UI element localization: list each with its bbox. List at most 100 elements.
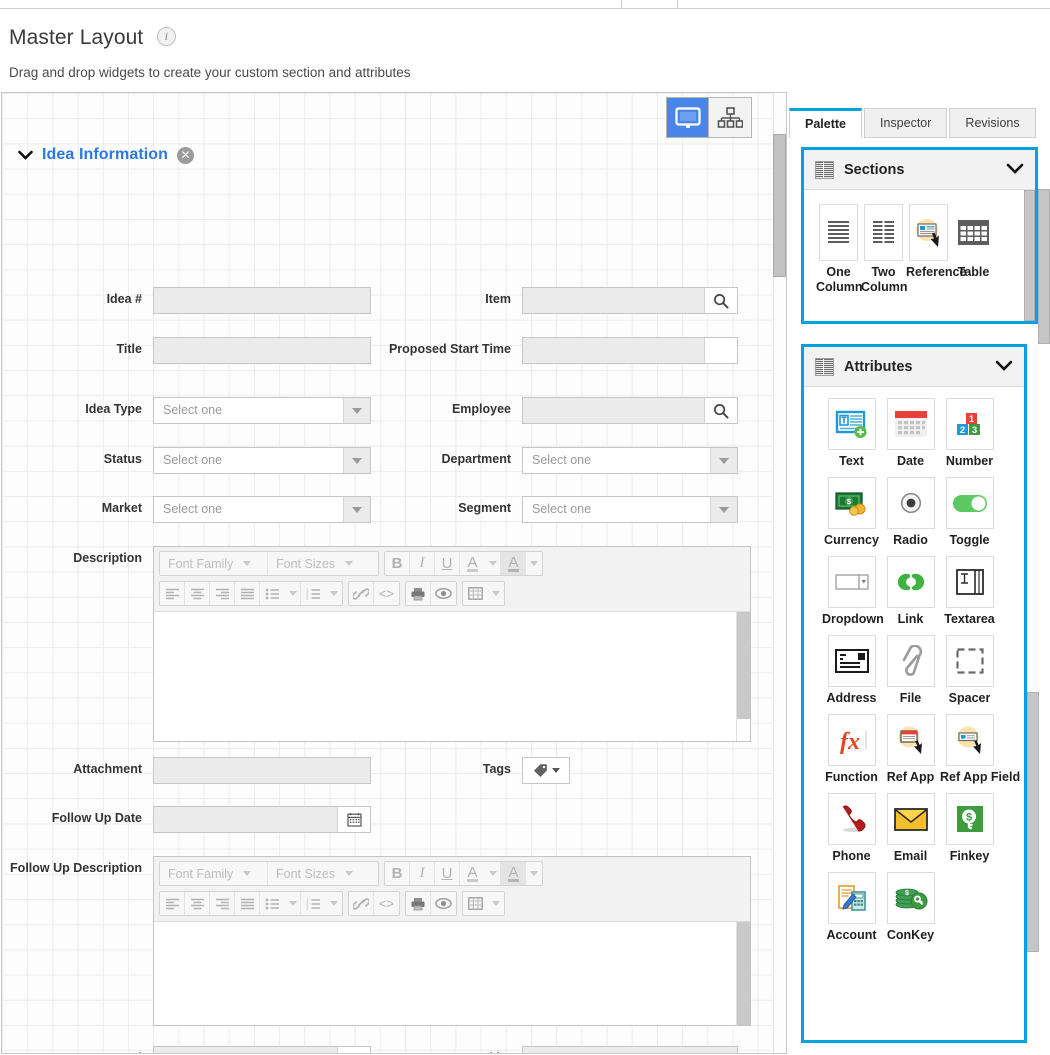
- hierarchy-view-button[interactable]: [709, 98, 751, 137]
- select-department[interactable]: Select one: [522, 447, 738, 474]
- highlight-color-button[interactable]: A: [501, 862, 526, 885]
- numbered-list-button[interactable]: 123: [301, 892, 326, 915]
- layout-canvas[interactable]: Idea Information ✕ Idea # Item Title Pro…: [1, 92, 787, 1054]
- select-idea-type[interactable]: Select one: [153, 397, 371, 424]
- text-color-button[interactable]: A: [460, 862, 485, 885]
- calendar-icon[interactable]: [338, 807, 370, 832]
- underline-button[interactable]: U: [435, 552, 460, 575]
- link-icon[interactable]: [349, 582, 374, 605]
- chevron-down-icon[interactable]: [343, 448, 370, 473]
- widget-reference[interactable]: Reference: [906, 204, 966, 295]
- editor-body-follow-up[interactable]: [154, 922, 750, 1025]
- widget-ref-app-field[interactable]: Ref App Field: [940, 714, 1020, 784]
- select-market[interactable]: Select one: [153, 496, 371, 523]
- chevron-down-icon[interactable]: [1006, 161, 1024, 178]
- palette-group-attributes[interactable]: Attributes Text Date 1 2 3 Number $ Curr…: [801, 344, 1027, 1043]
- input-last-contacted[interactable]: [153, 1046, 371, 1053]
- align-center-button[interactable]: [185, 582, 210, 605]
- panel-scrollbar-thumb[interactable]: [1038, 189, 1050, 344]
- input-follow-up-date[interactable]: [153, 806, 371, 833]
- highlight-color-dropdown[interactable]: [526, 862, 542, 885]
- widget-spacer[interactable]: Spacer: [940, 635, 999, 705]
- widget-two-column[interactable]: Two Column: [861, 204, 908, 295]
- widget-one-column[interactable]: One Column: [816, 204, 863, 295]
- rich-text-editor-follow-up[interactable]: Font Family Font Sizes B I U A A 1 2 3 <…: [153, 856, 751, 1026]
- widget-ref-app[interactable]: Ref App: [881, 714, 940, 784]
- widget-radio[interactable]: Radio: [881, 477, 940, 547]
- italic-button[interactable]: I: [410, 862, 435, 885]
- align-left-button[interactable]: [160, 582, 185, 605]
- table-dropdown[interactable]: [488, 892, 504, 915]
- text-color-dropdown[interactable]: [485, 862, 501, 885]
- widget-table[interactable]: Table: [951, 204, 996, 295]
- bullet-list-button[interactable]: [260, 892, 285, 915]
- highlight-color-button[interactable]: A: [501, 552, 526, 575]
- widget-conkey[interactable]: $ ConKey: [881, 872, 940, 942]
- table-icon[interactable]: [463, 582, 488, 605]
- numbered-list-dropdown[interactable]: [326, 892, 342, 915]
- chevron-down-icon[interactable]: [18, 148, 33, 162]
- highlight-color-dropdown[interactable]: [526, 552, 542, 575]
- panel-tabs[interactable]: Palette Inspector Revisions: [789, 108, 1038, 138]
- section-close-icon[interactable]: ✕: [177, 146, 195, 164]
- attributes-scrollbar-track[interactable]: [1027, 347, 1039, 697]
- widget-phone[interactable]: Phone: [822, 793, 881, 863]
- chevron-down-icon[interactable]: [343, 398, 370, 423]
- align-justify-button[interactable]: [235, 892, 260, 915]
- align-left-button[interactable]: [160, 892, 185, 915]
- input-item[interactable]: [522, 287, 738, 314]
- editor-toolbar[interactable]: Font Family Font Sizes B I U A A 1 2 3 <…: [154, 857, 750, 922]
- widget-number[interactable]: 1 2 3 Number: [940, 398, 999, 468]
- input-idea-number[interactable]: [153, 287, 371, 314]
- chevron-down-icon[interactable]: [551, 768, 560, 773]
- calendar-icon[interactable]: [338, 1047, 370, 1053]
- font-family-select[interactable]: Font Family: [160, 862, 268, 885]
- chevron-down-icon[interactable]: [710, 497, 737, 522]
- preview-icon[interactable]: [431, 892, 456, 915]
- tab-palette[interactable]: Palette: [789, 108, 862, 138]
- attributes-scrollbar-thumb[interactable]: [1027, 692, 1039, 952]
- tab-revisions[interactable]: Revisions: [949, 108, 1036, 138]
- rich-text-editor-description[interactable]: Font Family Font Sizes B I U A A 1 2 3 <…: [153, 546, 751, 742]
- tags-picker[interactable]: [522, 757, 570, 784]
- bold-button[interactable]: B: [385, 552, 410, 575]
- widget-toggle[interactable]: Toggle: [940, 477, 999, 547]
- widget-file[interactable]: File: [881, 635, 940, 705]
- editor-scrollbar-description[interactable]: [736, 612, 750, 741]
- widget-account[interactable]: Account: [822, 872, 881, 942]
- italic-button[interactable]: I: [410, 552, 435, 575]
- source-code-button[interactable]: <>: [374, 582, 399, 605]
- widget-address[interactable]: Address: [822, 635, 881, 705]
- input-employee[interactable]: [522, 397, 738, 424]
- chevron-down-icon[interactable]: [995, 358, 1013, 375]
- editor-body-description[interactable]: [154, 612, 750, 741]
- select-status[interactable]: Select one: [153, 447, 371, 474]
- widget-dropdown[interactable]: Dropdown: [822, 556, 884, 626]
- info-icon[interactable]: i: [156, 26, 176, 46]
- widget-textarea[interactable]: Textarea: [940, 556, 999, 626]
- search-icon[interactable]: [705, 398, 737, 423]
- input-title[interactable]: [153, 337, 371, 364]
- canvas-scrollbar-thumb[interactable]: [773, 134, 786, 277]
- font-size-select[interactable]: Font Sizes: [268, 862, 378, 885]
- widget-currency[interactable]: $ Currency: [822, 477, 881, 547]
- tab-inspector[interactable]: Inspector: [864, 108, 948, 138]
- print-icon[interactable]: [406, 582, 431, 605]
- input-created-by[interactable]: [522, 1046, 738, 1053]
- section-header-idea-information[interactable]: Idea Information ✕: [18, 146, 195, 164]
- font-size-select[interactable]: Font Sizes: [268, 552, 378, 575]
- chevron-down-icon[interactable]: [343, 497, 370, 522]
- widget-function[interactable]: fx Function: [822, 714, 881, 784]
- bullet-list-dropdown[interactable]: [285, 582, 301, 605]
- align-center-button[interactable]: [185, 892, 210, 915]
- align-right-button[interactable]: [210, 582, 235, 605]
- print-icon[interactable]: [406, 892, 431, 915]
- font-family-select[interactable]: Font Family: [160, 552, 268, 575]
- bullet-list-dropdown[interactable]: [285, 892, 301, 915]
- source-code-button[interactable]: <>: [374, 892, 399, 915]
- link-icon[interactable]: [349, 892, 374, 915]
- table-icon[interactable]: [463, 892, 488, 915]
- bullet-list-button[interactable]: [260, 582, 285, 605]
- attributes-group-header[interactable]: Attributes: [804, 347, 1024, 387]
- input-proposed-start-time[interactable]: [522, 337, 738, 364]
